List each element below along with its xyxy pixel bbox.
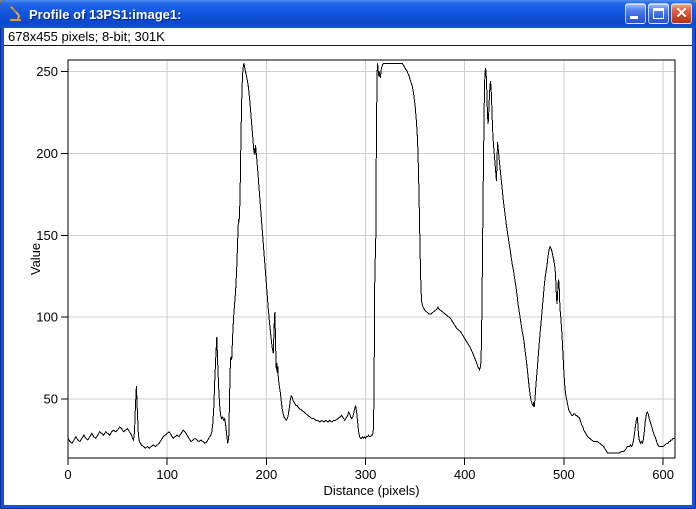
profile-plot-window: Profile of 13PS1:image1: ✕ 678x455 pixel…	[0, 0, 696, 509]
svg-text:Value: Value	[28, 243, 43, 275]
svg-text:Distance (pixels): Distance (pixels)	[323, 483, 419, 498]
svg-text:250: 250	[36, 64, 58, 79]
maximize-icon	[653, 8, 664, 19]
svg-text:600: 600	[652, 467, 674, 482]
close-icon: ✕	[672, 4, 691, 23]
window-title: Profile of 13PS1:image1:	[29, 7, 625, 22]
svg-text:400: 400	[454, 467, 476, 482]
close-button[interactable]: ✕	[671, 3, 692, 24]
minimize-icon	[630, 16, 638, 19]
svg-text:100: 100	[156, 467, 178, 482]
svg-text:50: 50	[44, 392, 58, 407]
svg-text:200: 200	[256, 467, 278, 482]
imagej-microscope-icon	[7, 6, 24, 23]
plot-canvas[interactable]: 50 100 150 200 250 0 100 200 300 400 500 600 Distanc…	[4, 46, 692, 504]
svg-text:100: 100	[36, 310, 58, 325]
window-controls: ✕	[625, 3, 692, 24]
title-bar[interactable]: Profile of 13PS1:image1: ✕	[0, 0, 696, 28]
minimize-button[interactable]	[625, 3, 646, 24]
svg-text:500: 500	[553, 467, 575, 482]
svg-text:0: 0	[64, 467, 71, 482]
profile-chart: 50 100 150 200 250 0 100 200 300 400 500 600 Distanc…	[4, 46, 692, 504]
maximize-button[interactable]	[648, 3, 669, 24]
svg-text:200: 200	[36, 146, 58, 161]
svg-text:300: 300	[355, 467, 377, 482]
svg-text:150: 150	[36, 228, 58, 243]
window-client-area: 678x455 pixels; 8-bit; 301K 50 100 150 200 2…	[4, 28, 692, 505]
status-bar: 678x455 pixels; 8-bit; 301K	[4, 28, 692, 46]
